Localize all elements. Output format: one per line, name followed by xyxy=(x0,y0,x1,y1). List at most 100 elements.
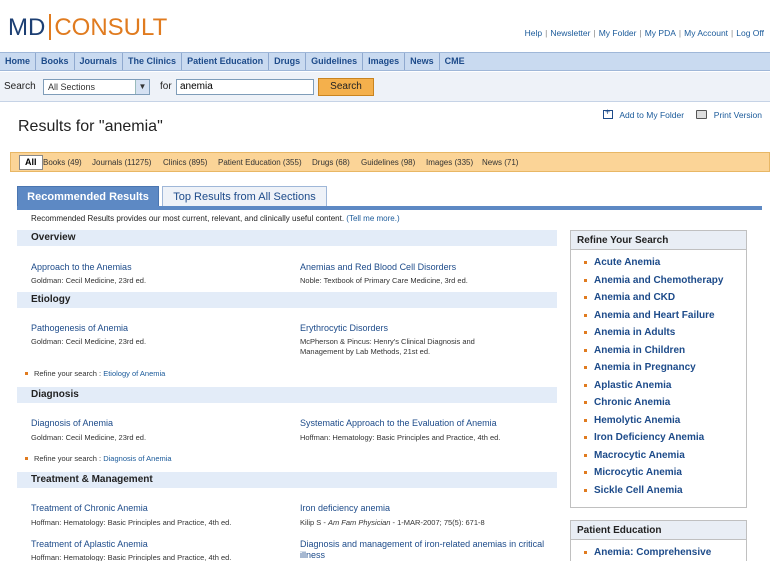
nav-guidelines[interactable]: Guidelines xyxy=(306,53,364,70)
category-patient-education[interactable]: Patient Education (355) xyxy=(218,158,302,167)
result-title[interactable]: Iron deficiency anemia xyxy=(300,503,390,513)
result-journal: Am Fam Physician xyxy=(327,518,391,527)
section-treatment-header: Treatment & Management xyxy=(17,472,557,488)
newsletter-link[interactable]: Newsletter xyxy=(550,28,590,38)
main-nav: Home Books Journals The Clinics Patient … xyxy=(0,52,770,71)
refine-item[interactable]: Anemia and Chemotherapy xyxy=(571,272,746,290)
refine-label: Refine your search : xyxy=(34,454,102,463)
tab-top-results[interactable]: Top Results from All Sections xyxy=(162,186,327,206)
patient-panel-title: Patient Education xyxy=(571,521,746,540)
nav-patient-education[interactable]: Patient Education xyxy=(182,53,270,70)
result-source: Hoffman: Hematology: Basic Principles an… xyxy=(300,433,501,442)
chevron-down-icon[interactable]: ▼ xyxy=(135,80,149,94)
category-journals[interactable]: Journals (11275) xyxy=(92,158,151,167)
refine-item[interactable]: Anemia and Heart Failure xyxy=(571,307,746,325)
result-title[interactable]: Treatment of Aplastic Anemia xyxy=(31,539,148,549)
refine-item[interactable]: Hemolytic Anemia xyxy=(571,412,746,430)
print-version-link[interactable]: Print Version xyxy=(714,110,762,120)
category-drugs[interactable]: Drugs (68) xyxy=(312,158,350,167)
refine-item[interactable]: Anemia in Pregnancy xyxy=(571,359,746,377)
recommended-description-text: Recommended Results provides our most cu… xyxy=(31,214,345,223)
logo-consult: CONSULT xyxy=(54,14,168,41)
patient-item[interactable]: Anemia: Comprehensive xyxy=(571,544,746,561)
result-source: Goldman: Cecil Medicine, 23rd ed. xyxy=(31,276,147,285)
my-folder-link[interactable]: My Folder xyxy=(599,28,637,38)
nav-the-clinics[interactable]: The Clinics xyxy=(123,53,183,70)
result-source: Hoffman: Hematology: Basic Principles an… xyxy=(31,553,232,561)
printer-icon[interactable] xyxy=(696,110,708,119)
category-images[interactable]: Images (335) xyxy=(426,158,473,167)
result-source: Goldman: Cecil Medicine, 23rd ed. xyxy=(31,337,147,346)
nav-cme[interactable]: CME xyxy=(440,53,470,70)
result-title[interactable]: Pathogenesis of Anemia xyxy=(31,323,128,333)
result-title[interactable]: Systematic Approach to the Evaluation of… xyxy=(300,418,497,428)
search-bar: Search All Sections ▼ for anemia Search xyxy=(0,72,770,102)
result-title[interactable]: Approach to the Anemias xyxy=(31,262,132,272)
refine-item[interactable]: Macrocytic Anemia xyxy=(571,447,746,465)
result-source: Goldman: Cecil Medicine, 23rd ed. xyxy=(31,433,147,442)
refine-label: Refine your search : xyxy=(34,369,102,378)
my-pda-link[interactable]: My PDA xyxy=(645,28,676,38)
result-title[interactable]: Anemias and Red Blood Cell Disorders xyxy=(300,262,456,272)
nav-books[interactable]: Books xyxy=(36,53,75,70)
page-actions: Add to My Folder Print Version xyxy=(599,107,762,120)
category-news[interactable]: News (71) xyxy=(482,158,518,167)
result-citation: - 1-MAR-2007; 75(5): 671-8 xyxy=(390,518,485,527)
refine-item[interactable]: Anemia in Adults xyxy=(571,324,746,342)
search-input[interactable]: anemia xyxy=(176,79,314,95)
tab-recommended-results[interactable]: Recommended Results xyxy=(17,186,159,206)
refine-item[interactable]: Anemia and CKD xyxy=(571,289,746,307)
result-source: Kilip S - Am Fam Physician - 1-MAR-2007;… xyxy=(300,518,485,528)
refine-item[interactable]: Acute Anemia xyxy=(571,254,746,272)
category-filter-bar: All Books (49) Journals (11275) Clinics … xyxy=(10,152,770,172)
my-account-link[interactable]: My Account xyxy=(684,28,728,38)
logo-divider xyxy=(49,14,52,40)
result-source: Noble: Textbook of Primary Care Medicine… xyxy=(300,276,468,285)
refine-item[interactable]: Anemia in Children xyxy=(571,342,746,360)
nav-news[interactable]: News xyxy=(405,53,440,70)
help-link[interactable]: Help xyxy=(525,28,542,38)
result-title[interactable]: Treatment of Chronic Anemia xyxy=(31,503,148,513)
result-title[interactable]: Diagnosis and management of iron-related… xyxy=(300,539,550,561)
result-source: McPherson & Pincus: Henry's Clinical Dia… xyxy=(300,337,475,356)
refine-item[interactable]: Aplastic Anemia xyxy=(571,377,746,395)
category-clinics[interactable]: Clinics (895) xyxy=(163,158,207,167)
nav-images[interactable]: Images xyxy=(363,53,406,70)
logo-md: MD xyxy=(8,14,46,41)
refine-panel-title: Refine Your Search xyxy=(571,231,746,250)
section-overview-header: Overview xyxy=(17,230,557,246)
patient-education-panel: Patient Education Anemia: Comprehensive xyxy=(570,520,747,561)
bullet-icon xyxy=(25,372,28,375)
nav-journals[interactable]: Journals xyxy=(75,53,124,70)
category-guidelines[interactable]: Guidelines (98) xyxy=(361,158,415,167)
header: MD CONSULT Help | Newsletter | My Folder | My P… xyxy=(0,0,770,50)
search-button[interactable]: Search xyxy=(318,78,374,96)
recommended-description: Recommended Results provides our most cu… xyxy=(31,214,400,223)
nav-home[interactable]: Home xyxy=(0,53,37,70)
refine-item[interactable]: Iron Deficiency Anemia xyxy=(571,429,746,447)
refine-your-search-panel: Refine Your Search Acute Anemia Anemia a… xyxy=(570,230,747,508)
category-all[interactable]: All xyxy=(19,155,43,170)
result-title[interactable]: Diagnosis of Anemia xyxy=(31,418,113,428)
section-select[interactable]: All Sections ▼ xyxy=(43,79,150,95)
tell-me-more-link[interactable]: (Tell me more.) xyxy=(346,214,399,223)
nav-drugs[interactable]: Drugs xyxy=(269,53,307,70)
for-label: for xyxy=(160,81,172,92)
refine-row: Refine your search : Etiology of Anemia xyxy=(25,369,165,378)
result-source: Hoffman: Hematology: Basic Principles an… xyxy=(31,518,232,527)
refine-link-etiology[interactable]: Etiology of Anemia xyxy=(103,369,165,378)
section-select-value: All Sections xyxy=(48,82,96,92)
top-links: Help | Newsletter | My Folder | My PDA | My Acco… xyxy=(524,28,764,38)
tab-divider xyxy=(17,206,762,210)
refine-link-diagnosis[interactable]: Diagnosis of Anemia xyxy=(103,454,171,463)
refine-item[interactable]: Chronic Anemia xyxy=(571,394,746,412)
result-title[interactable]: Erythrocytic Disorders xyxy=(300,323,388,333)
add-to-folder-link[interactable]: Add to My Folder xyxy=(619,110,684,120)
page-title: Results for "anemia" xyxy=(18,118,163,135)
add-folder-icon[interactable] xyxy=(602,107,613,119)
md-consult-logo[interactable]: MD CONSULT xyxy=(8,14,167,42)
refine-item[interactable]: Sickle Cell Anemia xyxy=(571,482,746,500)
refine-item[interactable]: Microcytic Anemia xyxy=(571,464,746,482)
category-books[interactable]: Books (49) xyxy=(43,158,82,167)
log-off-link[interactable]: Log Off xyxy=(736,28,764,38)
